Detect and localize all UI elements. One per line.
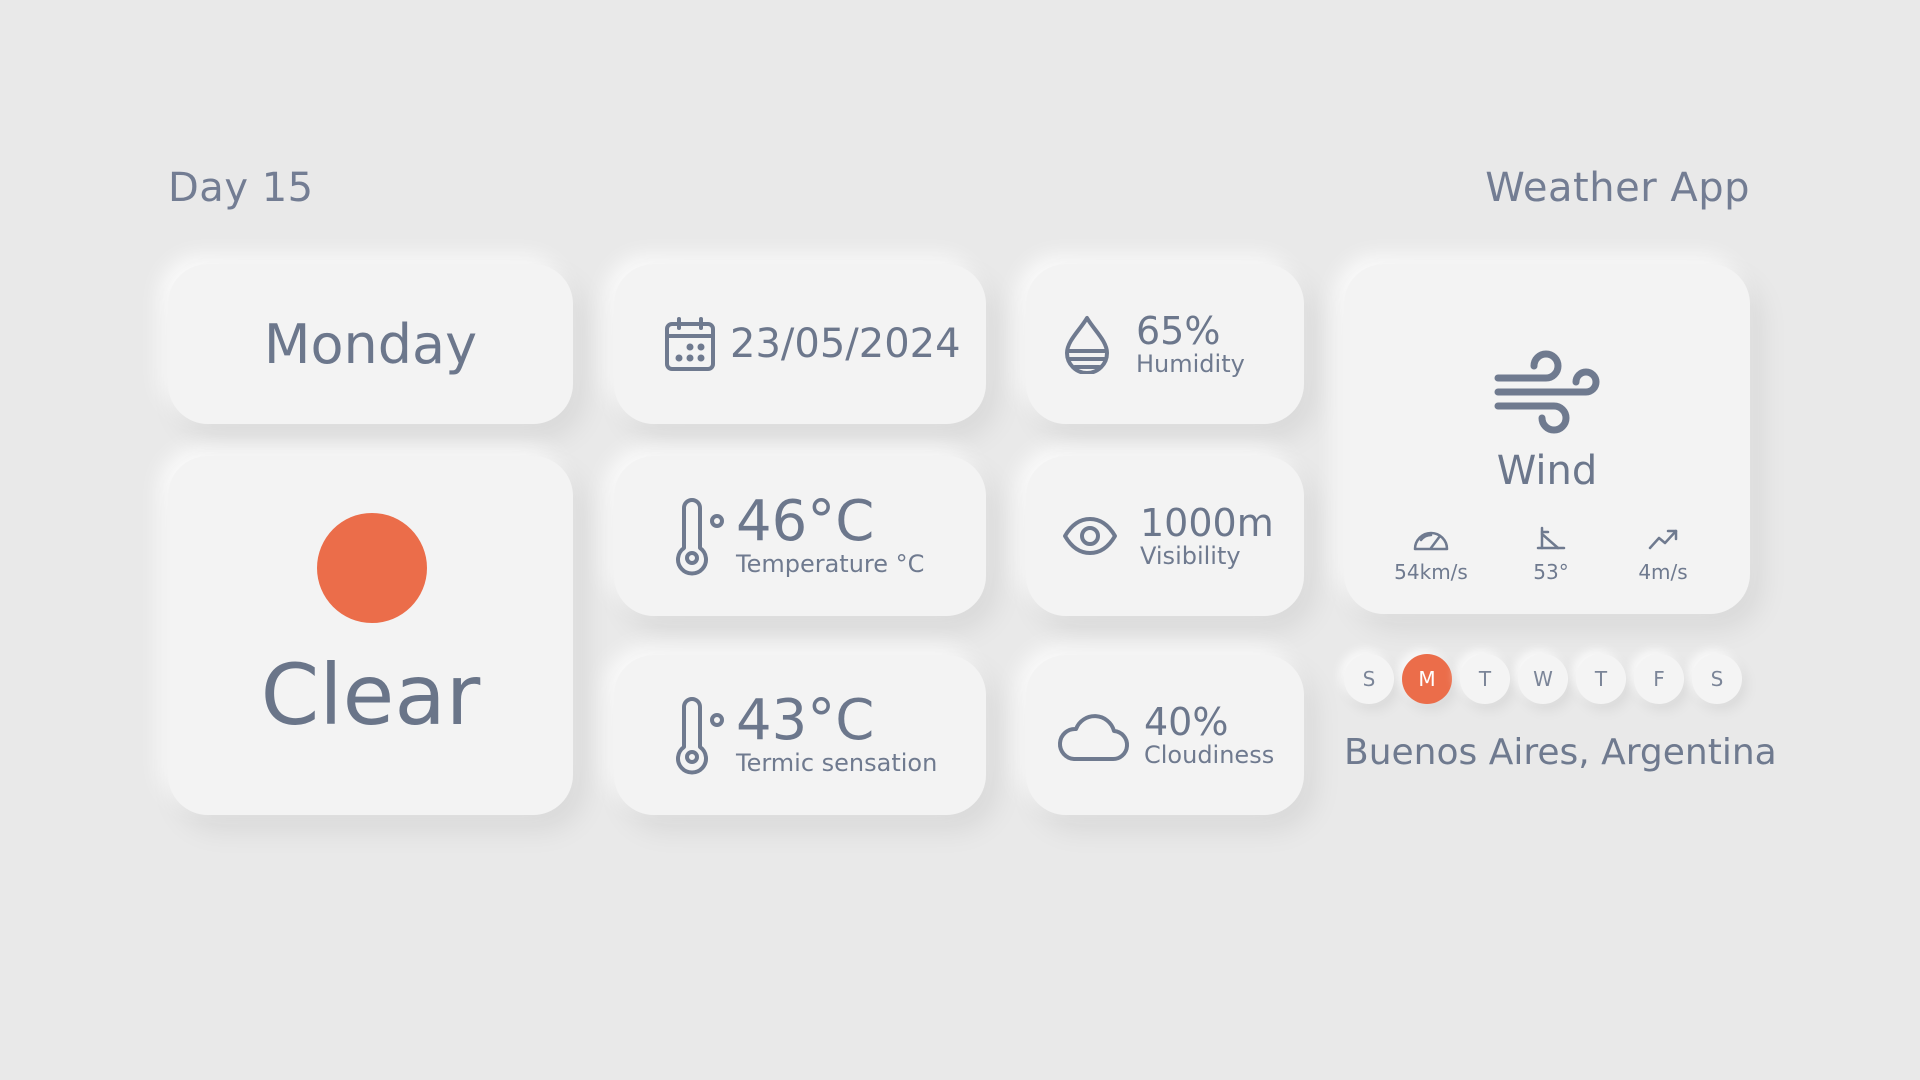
day-button-sunday[interactable]: S <box>1344 654 1394 704</box>
water-drop-icon <box>1062 314 1112 374</box>
weekday-selector: S M T W T F S <box>1344 654 1742 704</box>
weekday-label: Monday <box>263 312 478 376</box>
wind-card: Wind 54km/s 53° 4m/s <box>1344 264 1750 614</box>
wind-gust-value: 4m/s <box>1638 560 1688 584</box>
day-button-thursday[interactable]: T <box>1576 654 1626 704</box>
humidity-label: Humidity <box>1136 350 1245 378</box>
speedometer-icon <box>1412 531 1450 556</box>
visibility-label: Visibility <box>1140 542 1241 570</box>
wind-speed-stat: 54km/s <box>1376 526 1486 584</box>
cloudiness-label: Cloudiness <box>1144 741 1275 769</box>
thermometer-icon <box>670 695 730 775</box>
termic-sensation-card: 43°C Termic sensation <box>614 655 986 815</box>
location-label: Buenos Aires, Argentina <box>1344 732 1777 773</box>
cloudiness-card: 40% Cloudiness <box>1026 655 1304 815</box>
page-day-title: Day 15 <box>168 165 314 211</box>
condition-label: Clear <box>260 646 481 744</box>
termic-label: Termic sensation <box>736 749 938 777</box>
day-button-tuesday[interactable]: T <box>1460 654 1510 704</box>
visibility-card: 1000m Visibility <box>1026 456 1304 616</box>
cloudiness-value: 40% <box>1144 700 1229 744</box>
app-title: Weather App <box>1485 165 1750 211</box>
calendar-icon <box>664 316 716 372</box>
temperature-card: 46°C Temperature °C <box>614 456 986 616</box>
wind-label: Wind <box>1496 448 1598 494</box>
condition-card: Clear <box>168 456 573 815</box>
temperature-value: 46°C <box>736 489 875 554</box>
wind-direction-value: 53° <box>1533 560 1569 584</box>
wind-direction-stat: 53° <box>1496 526 1606 584</box>
temperature-label: Temperature °C <box>736 550 925 578</box>
wind-gust-stat: 4m/s <box>1608 526 1718 584</box>
trend-up-icon <box>1647 529 1679 556</box>
wind-icon <box>1494 348 1604 442</box>
day-button-friday[interactable]: F <box>1634 654 1684 704</box>
termic-value: 43°C <box>736 688 875 753</box>
day-button-saturday[interactable]: S <box>1692 654 1742 704</box>
eye-icon <box>1062 516 1118 556</box>
day-button-monday[interactable]: M <box>1402 654 1452 704</box>
visibility-value: 1000m <box>1140 501 1274 545</box>
date-card: 23/05/2024 <box>614 264 986 424</box>
angle-icon <box>1536 526 1566 556</box>
weekday-card: Monday <box>168 264 573 424</box>
wind-speed-value: 54km/s <box>1394 560 1468 584</box>
thermometer-icon <box>670 496 730 576</box>
sun-icon <box>317 513 427 623</box>
humidity-value: 65% <box>1136 309 1221 353</box>
date-value: 23/05/2024 <box>730 321 961 367</box>
cloud-icon <box>1056 707 1130 763</box>
humidity-card: 65% Humidity <box>1026 264 1304 424</box>
day-button-wednesday[interactable]: W <box>1518 654 1568 704</box>
